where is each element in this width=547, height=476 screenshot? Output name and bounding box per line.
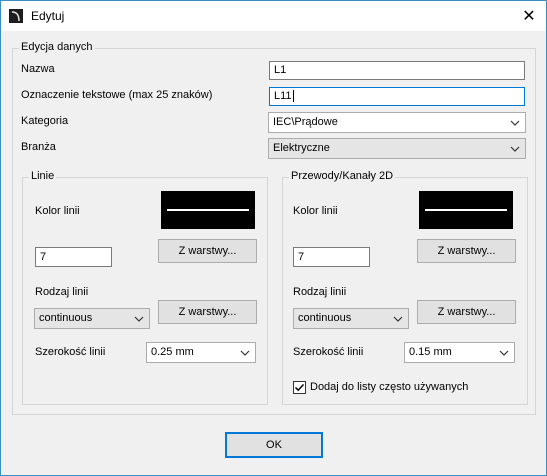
linie-rodzaj-value: continuous [39,312,93,324]
branza-label: Branża [21,141,56,153]
przewody-rodzaj-value: continuous [298,312,352,324]
przewody-rodzaj-select[interactable]: continuous [293,308,409,329]
window-title: Edytuj [31,9,65,23]
swatch-line [167,209,249,211]
text-caret [292,90,294,103]
linie-szerokosc-value: 0.25 mm [151,346,194,358]
nazwa-label: Nazwa [21,63,55,75]
branza-select[interactable]: Elektryczne [268,138,526,159]
czesto-uzywane-checkbox[interactable] [293,381,306,394]
przewody-z-warstwy-type-button[interactable]: Z warstwy... [417,300,516,324]
przewody-szerokosc-value: 0.15 mm [409,346,452,358]
group-label-linie: Linie [29,170,57,182]
linie-rodzaj-select[interactable]: continuous [34,308,150,329]
linie-kolor-label: Kolor linii [35,205,80,217]
chevron-down-icon [134,316,144,322]
oznaczenie-field[interactable]: L11 [269,87,525,106]
title-bar[interactable]: Edytuj ✕ [1,1,546,31]
check-icon [294,383,305,392]
linie-z-warstwy-color-button[interactable]: Z warstwy... [158,239,257,263]
dialog-window: Edytuj ✕ Edycja danych Nazwa L1 Oznaczen… [0,0,547,476]
przewody-kolor-value: 7 [298,251,305,263]
ok-button[interactable]: OK [225,432,323,458]
oznaczenie-value: L11 [274,90,292,102]
linie-z-warstwy-type-button[interactable]: Z warstwy... [158,300,257,324]
przewody-kolor-label: Kolor linii [293,205,338,217]
linie-color-swatch[interactable] [161,191,255,229]
group-label-edycja: Edycja danych [19,41,95,53]
linie-szerokosc-select[interactable]: 0.25 mm [146,342,256,363]
przewody-szerokosc-select[interactable]: 0.15 mm [404,342,515,363]
przewody-color-swatch[interactable] [419,191,513,229]
nazwa-field[interactable]: L1 [269,61,525,80]
przewody-z-warstwy-color-button[interactable]: Z warstwy... [417,239,516,263]
chevron-down-icon [499,350,509,356]
nazwa-value: L1 [274,64,287,76]
oznaczenie-label: Oznaczenie tekstowe (max 25 znaków) [21,89,213,101]
chevron-down-icon [393,316,403,322]
group-label-przewody: Przewody/Kanały 2D [289,170,396,182]
chevron-down-icon [240,350,250,356]
close-button[interactable]: ✕ [512,1,546,31]
chevron-down-icon [510,120,520,126]
przewody-kolor-field[interactable]: 7 [293,247,370,267]
branza-value: Elektryczne [273,142,330,154]
czesto-uzywane-label[interactable]: Dodaj do listy często używanych [310,381,468,393]
linie-kolor-field[interactable]: 7 [35,247,112,267]
close-icon: ✕ [522,8,536,25]
swatch-line [425,209,507,211]
linie-szerokosc-label: Szerokość linii [35,346,106,358]
app-icon [9,9,23,23]
linie-rodzaj-label: Rodzaj linii [35,286,89,298]
dialog-client: Edycja danych Nazwa L1 Oznaczenie teksto… [1,32,546,475]
linie-kolor-value: 7 [40,251,47,263]
chevron-down-icon [510,146,520,152]
kategoria-select[interactable]: IEC\Prądowe [268,112,526,133]
przewody-szerokosc-label: Szerokość linii [293,346,364,358]
kategoria-value: IEC\Prądowe [273,116,338,128]
przewody-rodzaj-label: Rodzaj linii [293,286,347,298]
kategoria-label: Kategoria [21,115,69,127]
